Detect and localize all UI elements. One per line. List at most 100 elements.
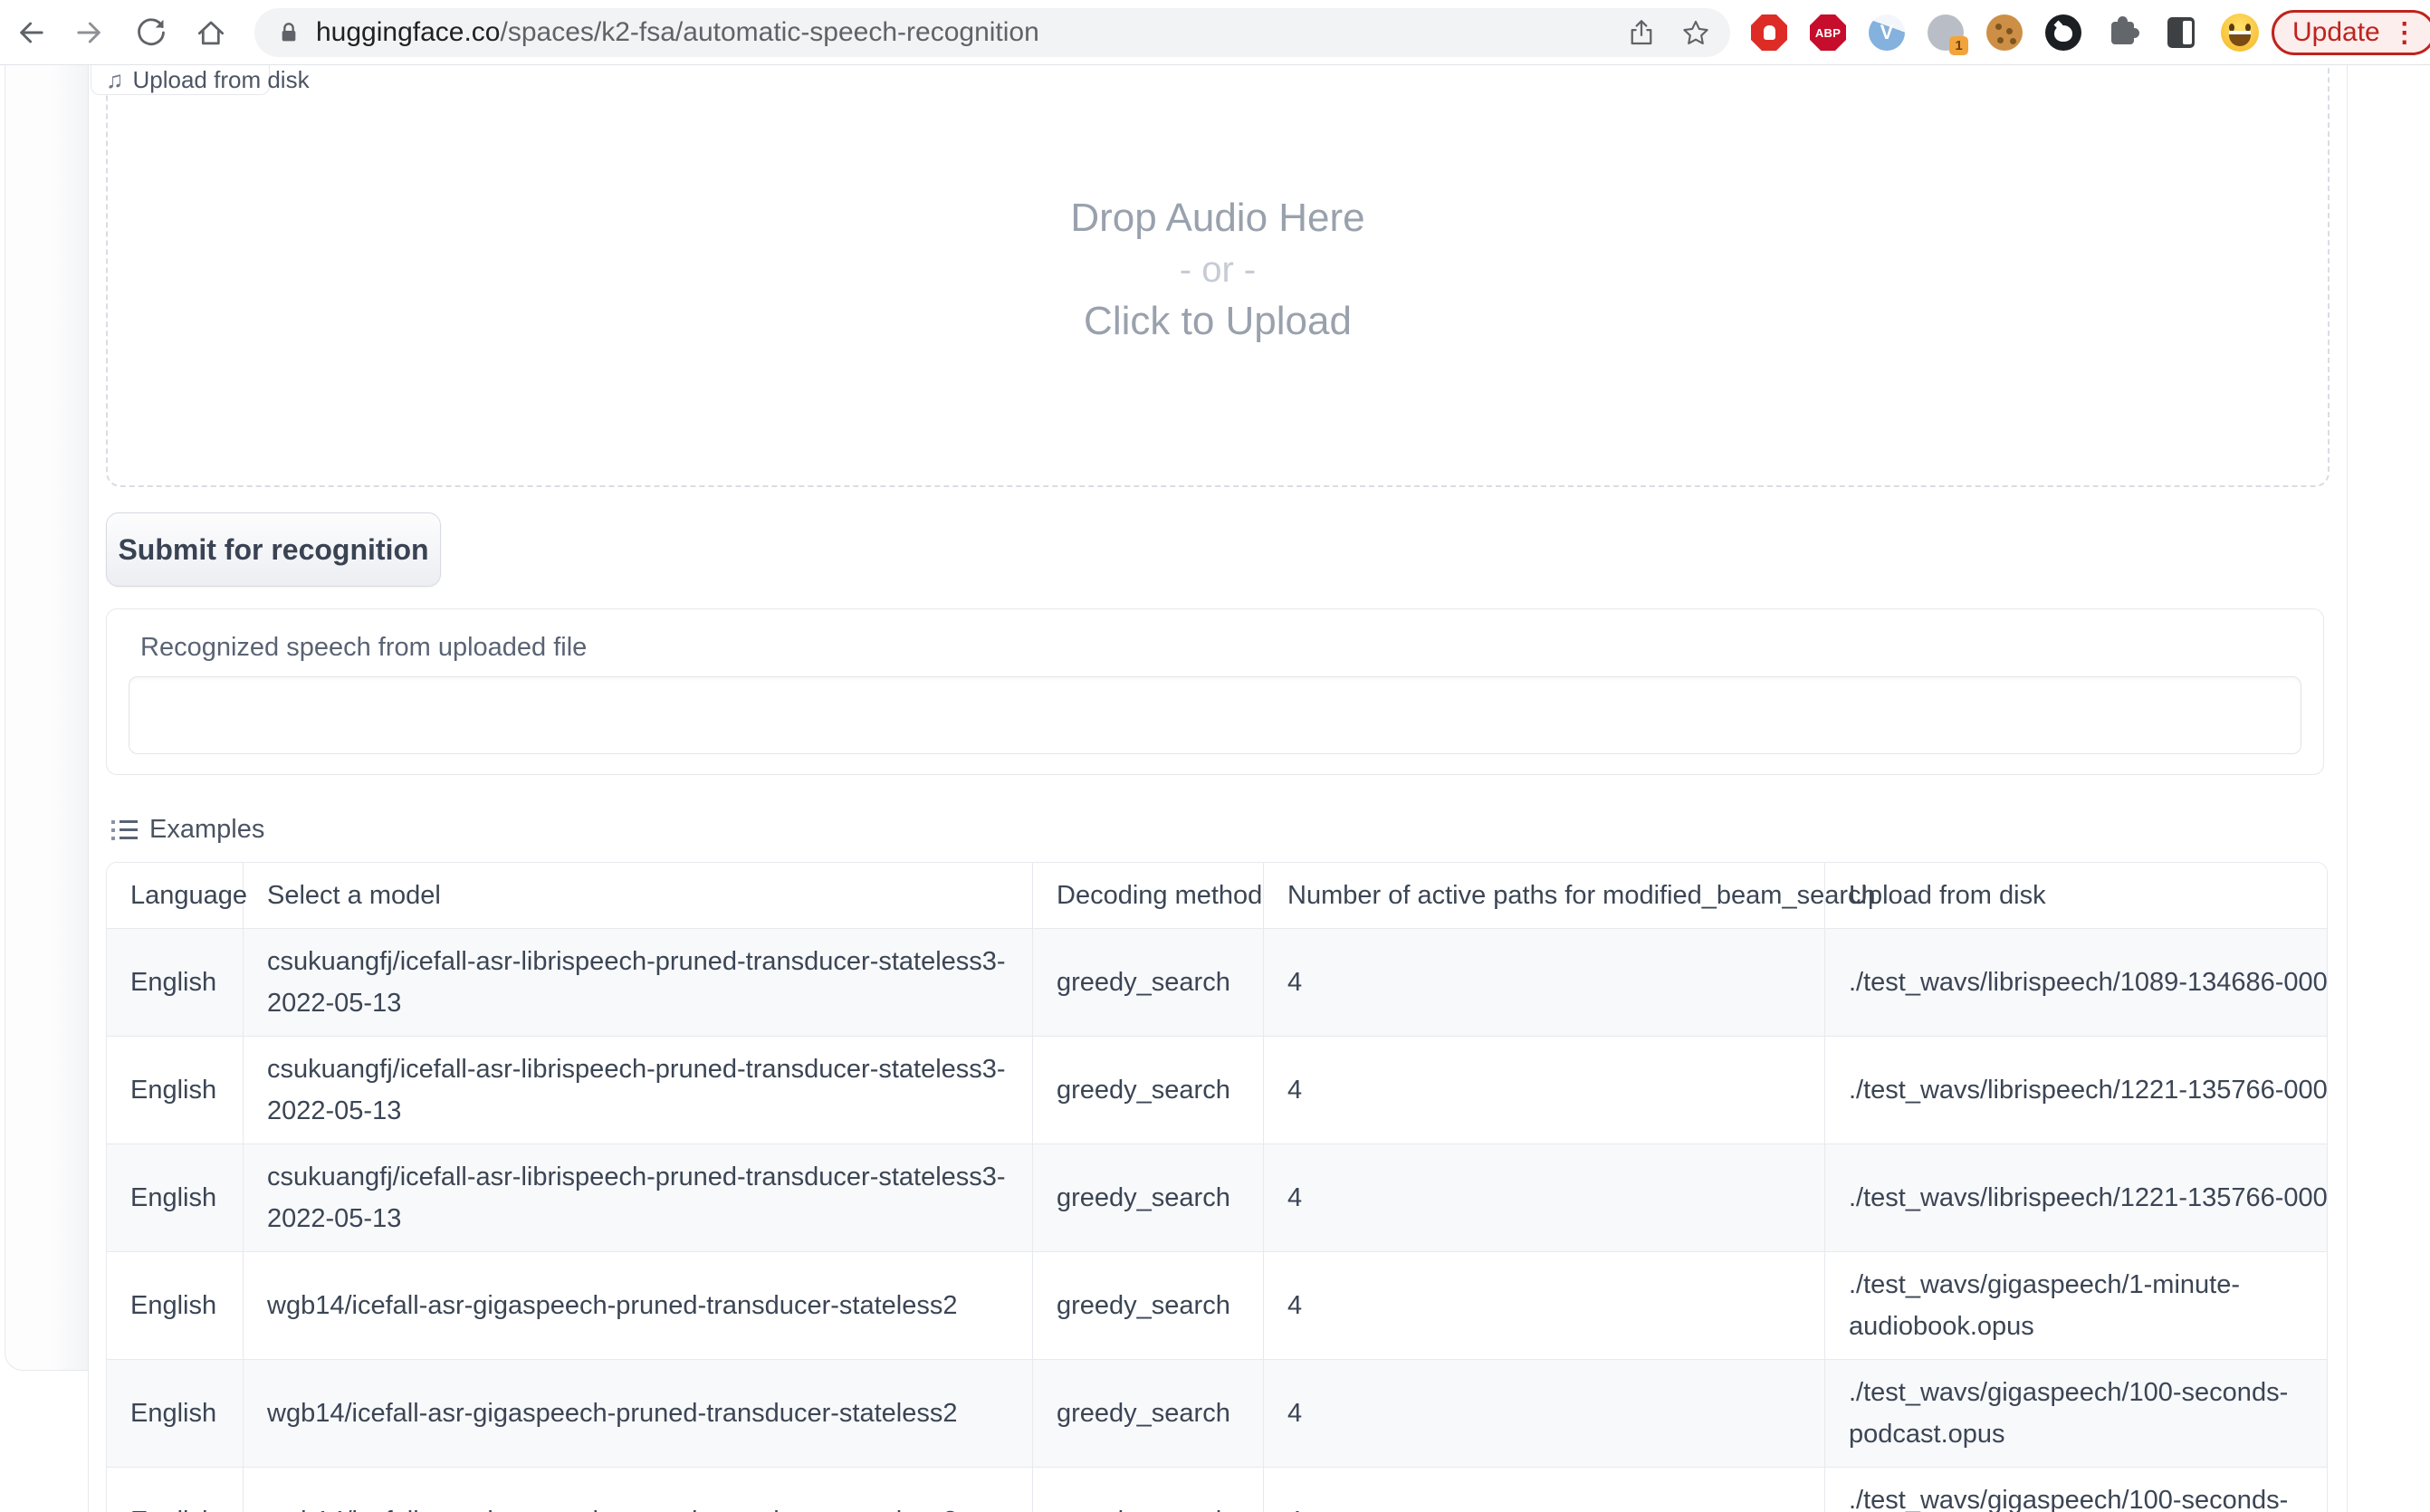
cookie-icon xyxy=(1986,14,2023,51)
puzzle-icon xyxy=(2111,22,2134,44)
cell-language: English xyxy=(107,1144,244,1252)
submit-for-recognition-button[interactable]: Submit for recognition xyxy=(106,512,441,587)
music-note-icon: ♫ xyxy=(106,68,124,91)
app-content: Drop Audio Here - or - Click to Upload ♫… xyxy=(89,65,2347,1512)
examples-label: Examples xyxy=(149,815,264,845)
cell-paths: 4 xyxy=(1264,1468,1825,1512)
cell-file: ./test_wavs/librispeech/1221-135766-0001… xyxy=(1825,1037,2328,1144)
address-bar[interactable]: huggingface.co/spaces/k2-fsa/automatic-s… xyxy=(254,8,1730,57)
hand-icon xyxy=(1751,14,1787,51)
cell-model: wgb14/icefall-asr-gigaspeech-pruned-tran… xyxy=(244,1252,1033,1360)
col-header-active-paths: Number of active paths for modified_beam… xyxy=(1264,863,1825,929)
forward-arrow-icon xyxy=(73,14,110,51)
url-text: huggingface.co/spaces/k2-fsa/automatic-s… xyxy=(316,17,1039,48)
cell-decoding: greedy_search xyxy=(1033,1037,1264,1144)
cell-language: English xyxy=(107,1252,244,1360)
browser-toolbar: huggingface.co/spaces/k2-fsa/automatic-s… xyxy=(0,0,2430,65)
share-icon xyxy=(1626,17,1657,48)
example-row[interactable]: English csukuangfj/icefall-asr-librispee… xyxy=(107,1037,2328,1144)
panel-icon xyxy=(2167,17,2195,48)
abp-icon: ABP xyxy=(1810,14,1846,51)
back-arrow-icon xyxy=(11,14,47,51)
col-header-upload-from-disk: Upload from disk xyxy=(1825,863,2328,929)
cell-decoding: greedy_search xyxy=(1033,929,1264,1037)
cell-language: English xyxy=(107,929,244,1037)
update-label: Update xyxy=(2292,17,2380,48)
share-button[interactable] xyxy=(1623,14,1660,51)
smiley-icon xyxy=(2221,14,2259,52)
col-header-language: Language xyxy=(107,863,244,929)
col-header-model: Select a model xyxy=(244,863,1033,929)
cell-paths: 4 xyxy=(1264,1360,1825,1468)
reload-button[interactable] xyxy=(131,13,171,53)
back-button[interactable] xyxy=(9,13,49,53)
or-text: - or - xyxy=(106,244,2330,295)
badge-extension-icon[interactable]: 1 xyxy=(1926,13,1966,53)
blocker-extension-icon[interactable] xyxy=(1749,13,1789,53)
cell-decoding: greedy_search xyxy=(1033,1252,1264,1360)
v-extension-icon[interactable]: V xyxy=(1867,13,1907,53)
cell-file: ./test_wavs/gigaspeech/1-minute-audioboo… xyxy=(1825,1252,2328,1360)
cell-paths: 4 xyxy=(1264,1252,1825,1360)
cell-file: ./test_wavs/gigaspeech/100-seconds-podca… xyxy=(1825,1360,2328,1468)
extensions-menu-button[interactable] xyxy=(2102,13,2142,53)
tab-upload-from-disk[interactable]: ♫ Upload from disk xyxy=(91,65,270,95)
cell-model: csukuangfj/icefall-asr-librispeech-prune… xyxy=(244,929,1033,1037)
cell-language: English xyxy=(107,1037,244,1144)
cell-decoding: greedy_search xyxy=(1033,1360,1264,1468)
cell-model: wgb14/icefall-asr-gigaspeech-pruned-tran… xyxy=(244,1468,1033,1512)
recognized-speech-textbox[interactable] xyxy=(129,676,2301,754)
left-page-gutter xyxy=(5,65,88,1371)
smiley-extension-icon[interactable] xyxy=(2220,13,2260,53)
home-button[interactable] xyxy=(191,13,231,53)
cell-model: csukuangfj/icefall-asr-librispeech-prune… xyxy=(244,1144,1033,1252)
cell-paths: 4 xyxy=(1264,1037,1825,1144)
extensions-row: ABP V 1 xyxy=(1749,13,2260,53)
url-path: /spaces/k2-fsa/automatic-speech-recognit… xyxy=(501,17,1039,47)
dropzone-text: Drop Audio Here - or - Click to Upload xyxy=(106,192,2330,348)
example-row[interactable]: English wgb14/icefall-asr-gigaspeech-pru… xyxy=(107,1468,2328,1512)
output-panel: Recognized speech from uploaded file xyxy=(106,608,2324,775)
browser-menu-icon[interactable]: ⋮ xyxy=(2391,17,2418,49)
cell-decoding: greedy_search xyxy=(1033,1144,1264,1252)
cell-paths: 4 xyxy=(1264,929,1825,1037)
examples-header: Examples xyxy=(111,815,264,845)
cell-language: English xyxy=(107,1468,244,1512)
col-header-decoding-method: Decoding method xyxy=(1033,863,1264,929)
output-label: Recognized speech from uploaded file xyxy=(140,633,2323,663)
abp-extension-icon[interactable]: ABP xyxy=(1808,13,1848,53)
tab-label: Upload from disk xyxy=(133,66,310,94)
cell-decoding: greedy_search xyxy=(1033,1468,1264,1512)
forward-button[interactable] xyxy=(72,13,111,53)
bookmark-button[interactable] xyxy=(1678,14,1714,51)
content-right-border xyxy=(2347,65,2348,1512)
cell-file: ./test_wavs/librispeech/1221-135766-0002… xyxy=(1825,1144,2328,1252)
chrome-update-button[interactable]: Update ⋮ xyxy=(2272,10,2430,55)
examples-table: Language Select a model Decoding method … xyxy=(106,862,2328,1512)
cell-file: ./test_wavs/librispeech/1089-134686-0001… xyxy=(1825,929,2328,1037)
url-host: huggingface.co xyxy=(316,17,501,47)
github-extension-icon[interactable] xyxy=(2043,13,2083,53)
cell-paths: 4 xyxy=(1264,1144,1825,1252)
home-icon xyxy=(194,15,228,50)
click-to-upload-text: Click to Upload xyxy=(106,295,2330,348)
list-icon xyxy=(111,820,138,840)
table-header-row: Language Select a model Decoding method … xyxy=(107,863,2328,929)
cell-model: csukuangfj/icefall-asr-librispeech-prune… xyxy=(244,1037,1033,1144)
example-row[interactable]: English wgb14/icefall-asr-gigaspeech-pru… xyxy=(107,1360,2328,1468)
sidepanel-extension-icon[interactable] xyxy=(2161,13,2201,53)
cell-model: wgb14/icefall-asr-gigaspeech-pruned-tran… xyxy=(244,1360,1033,1468)
cell-file: ./test_wavs/gigaspeech/100-seconds-youtu… xyxy=(1825,1468,2328,1512)
reload-icon xyxy=(134,15,168,50)
example-row[interactable]: English wgb14/icefall-asr-gigaspeech-pru… xyxy=(107,1252,2328,1360)
lock-icon[interactable] xyxy=(274,18,303,47)
browser-window: huggingface.co/spaces/k2-fsa/automatic-s… xyxy=(0,0,2430,1512)
extension-badge: 1 xyxy=(1949,36,1968,55)
github-icon xyxy=(2045,14,2081,51)
example-row[interactable]: English csukuangfj/icefall-asr-librispee… xyxy=(107,1144,2328,1252)
cell-language: English xyxy=(107,1360,244,1468)
example-row[interactable]: English csukuangfj/icefall-asr-librispee… xyxy=(107,929,2328,1037)
drop-audio-here-text: Drop Audio Here xyxy=(106,192,2330,244)
cookie-extension-icon[interactable] xyxy=(1985,13,2024,53)
v-icon: V xyxy=(1869,14,1905,51)
